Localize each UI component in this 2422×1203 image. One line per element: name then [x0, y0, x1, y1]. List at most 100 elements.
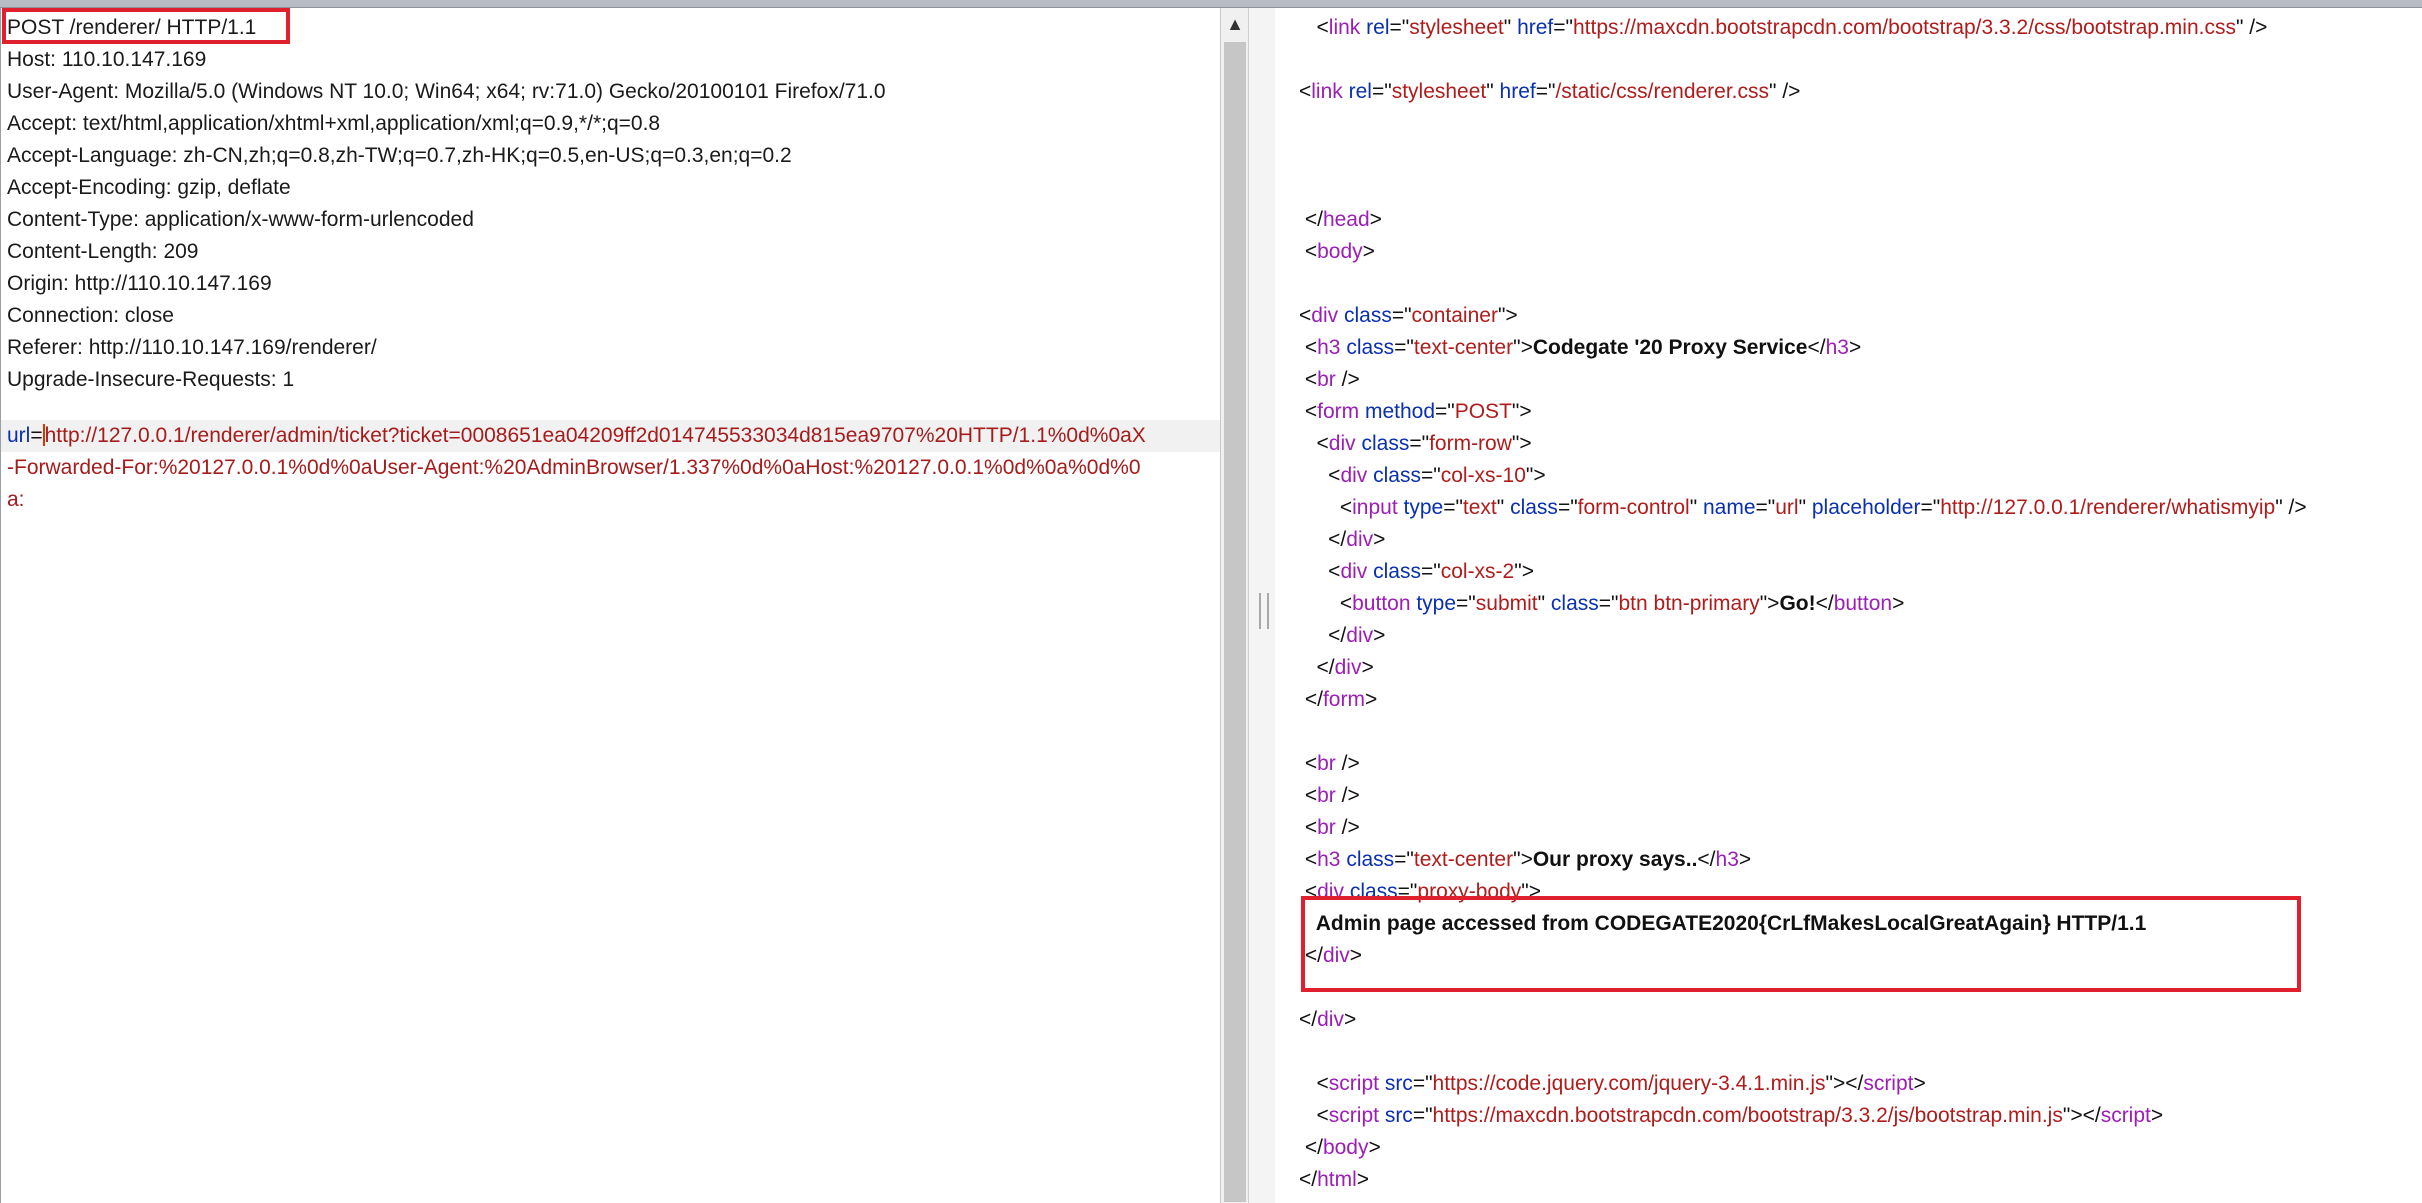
punctuation: " — [1503, 16, 1518, 39]
punctuation: > — [1343, 1008, 1357, 1031]
punctuation: < — [1299, 496, 1353, 519]
punctuation: < — [1299, 784, 1318, 807]
tag-name: div — [1317, 1008, 1344, 1031]
tag-name: head — [1322, 208, 1370, 231]
request-editor[interactable]: POST /renderer/ HTTP/1.1 Host: 110.10.147… — [0, 8, 1221, 1203]
request-body-line: a: — [7, 488, 25, 511]
punctuation: < — [1299, 80, 1312, 103]
tag-name: link — [1328, 16, 1361, 39]
attr-value: container — [1411, 304, 1498, 327]
response-line: <form method="POST"> — [1299, 396, 1532, 428]
tag-name: html — [1317, 1168, 1357, 1191]
attr-value: https://maxcdn.bootstrapcdn.com/bootstra… — [1572, 16, 2236, 39]
attr-value: http://127.0.0.1/renderer/whatismyip — [1940, 496, 2276, 519]
request-header-line: Upgrade-Insecure-Requests: 1 — [7, 368, 295, 391]
attr-name: class — [1373, 560, 1421, 583]
punctuation: </ — [1299, 1008, 1318, 1031]
punctuation: </ — [1697, 848, 1716, 871]
punctuation: < — [1299, 848, 1318, 871]
request-scrollbar[interactable]: ▲ — [1220, 8, 1249, 1203]
attr-value: col-xs-10 — [1440, 464, 1526, 487]
punctuation: =" — [1391, 304, 1412, 327]
punctuation: "> — [1511, 400, 1532, 423]
punctuation: " /> — [2275, 496, 2307, 519]
punctuation: < — [1299, 304, 1312, 327]
attr-name: class — [1361, 432, 1410, 455]
attr-value: stylesheet — [1391, 80, 1487, 103]
request-header-line: Accept: text/html,application/xhtml+xml,… — [7, 112, 661, 135]
punctuation: =" — [1920, 496, 1941, 519]
body-param-key: url — [7, 424, 31, 447]
punctuation: > — [1373, 528, 1386, 551]
tag-name: script — [2100, 1104, 2151, 1127]
tag-name: input — [1352, 496, 1398, 519]
punctuation: " /> — [1769, 80, 1801, 103]
response-line: </body> — [1299, 1132, 1381, 1164]
scroll-thumb[interactable] — [1224, 42, 1246, 1202]
tag-name: div — [1340, 560, 1368, 583]
tag-name: form — [1317, 400, 1360, 423]
attr-value: text — [1462, 496, 1497, 519]
attr-name: placeholder — [1811, 496, 1921, 519]
attr-name: rel — [1366, 16, 1390, 39]
tag-name: form — [1322, 688, 1365, 711]
response-line: </div> — [1299, 524, 1385, 556]
tag-name: link — [1311, 80, 1343, 103]
response-line: <br /> — [1299, 364, 1360, 396]
punctuation: " — [1486, 80, 1500, 103]
attr-name: href — [1517, 16, 1554, 39]
pane-splitter[interactable] — [1248, 8, 1277, 1203]
response-line: <div class="col-xs-10"> — [1299, 460, 1546, 492]
response-viewer[interactable]: <link rel="stylesheet" href="https://max… — [1275, 8, 2422, 1203]
punctuation: < — [1299, 592, 1353, 615]
response-line: <link rel="stylesheet" href="https://max… — [1299, 12, 2268, 44]
attr-value: stylesheet — [1409, 16, 1504, 39]
response-line: </div> — [1299, 1004, 1356, 1036]
response-line: </div> — [1299, 652, 1374, 684]
tag-name: br — [1317, 784, 1336, 807]
punctuation: =" — [1435, 400, 1455, 423]
attr-value: text-center — [1413, 336, 1514, 359]
tag-name: script — [1328, 1104, 1379, 1127]
response-line: <div class="col-xs-2"> — [1299, 556, 1534, 588]
attr-name: method — [1364, 400, 1435, 423]
tag-name: script — [1328, 1072, 1379, 1095]
punctuation: "> — [1525, 464, 1546, 487]
punctuation: </ — [1815, 592, 1834, 615]
tag-name: button — [1352, 592, 1411, 615]
attr-name: type — [1416, 592, 1457, 615]
punctuation: < — [1299, 752, 1318, 775]
response-line: <input type="text" class="form-control" … — [1299, 492, 2307, 524]
tag-name: br — [1317, 752, 1336, 775]
punctuation: < — [1299, 368, 1318, 391]
punctuation: < — [1299, 1072, 1329, 1095]
attr-name: type — [1403, 496, 1444, 519]
response-line: <button type="submit" class="btn btn-pri… — [1299, 588, 1905, 620]
body-param-equals: = — [30, 424, 43, 447]
response-line: <h3 class="text-center">Codegate '20 Pro… — [1299, 332, 1861, 364]
attr-name: class — [1550, 592, 1599, 615]
punctuation: </ — [1299, 656, 1335, 679]
request-line-highlight — [2, 8, 290, 44]
punctuation: " — [1798, 496, 1812, 519]
attr-name: class — [1510, 496, 1558, 519]
response-line: </div> — [1299, 620, 1385, 652]
tag-name: button — [1833, 592, 1893, 615]
punctuation: < — [1299, 816, 1318, 839]
punctuation: > — [1373, 624, 1386, 647]
splitter-grip-icon[interactable] — [1259, 593, 1269, 629]
punctuation: > — [1369, 208, 1382, 231]
attr-name: rel — [1348, 80, 1372, 103]
punctuation: /> — [1335, 784, 1360, 807]
punctuation: > — [1361, 656, 1374, 679]
punctuation: " /> — [2235, 16, 2268, 39]
response-line: <body> — [1299, 236, 1375, 268]
scroll-up-arrow-icon[interactable]: ▲ — [1221, 12, 1249, 36]
punctuation: =" — [1421, 560, 1441, 583]
punctuation: "> — [1511, 432, 1532, 455]
attr-value: btn btn-primary — [1618, 592, 1760, 615]
attr-name: href — [1499, 80, 1536, 103]
request-header-line: Accept-Language: zh-CN,zh;q=0.8,zh-TW;q=… — [7, 144, 792, 167]
punctuation: =" — [1409, 432, 1430, 455]
request-header-line: Host: 110.10.147.169 — [7, 48, 207, 71]
